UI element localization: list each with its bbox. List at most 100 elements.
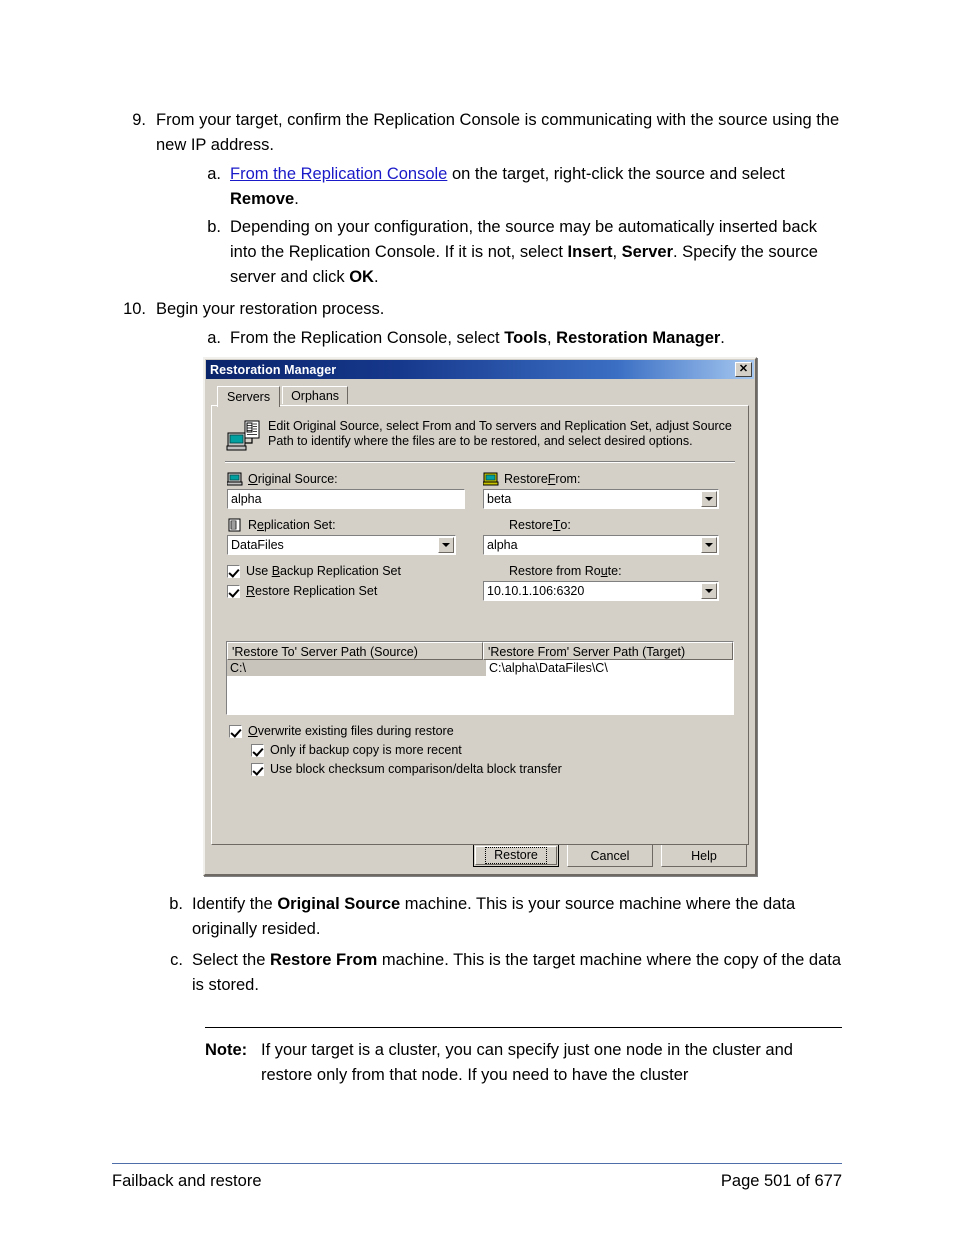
substep-10b-number: b. — [169, 895, 183, 913]
chevron-down-icon[interactable] — [701, 537, 717, 553]
fields-left-column: Original Source: alpha R e plication Set… — [226, 471, 467, 598]
note-text: If your target is a cluster, you can spe… — [261, 1041, 793, 1084]
original-source-input[interactable]: alpha — [226, 488, 466, 510]
computer-icon — [226, 472, 243, 487]
restore-options: Overwrite existing files during restore … — [229, 724, 739, 776]
only-if-more-recent-checkbox[interactable]: Only if backup copy is more recent — [251, 743, 739, 757]
step-9-substeps: a. From the Replication Console on the t… — [204, 162, 848, 290]
substep-10a-text-2: , — [547, 329, 557, 347]
only-if-more-recent-label: Only if backup copy is more recent — [270, 743, 462, 757]
row-source-path: C:\ — [227, 660, 486, 676]
help-button-label: Help — [691, 848, 717, 863]
use-backup-label-pre: Use — [246, 564, 272, 578]
description-separator — [225, 461, 735, 463]
fields-right-column: Restore From: beta Restore To: alpha Res… — [482, 471, 721, 601]
column-header-restore-from[interactable]: 'Restore From' Server Path (Target) — [483, 642, 733, 660]
substep-9b-body: Depending on your configuration, the sou… — [230, 215, 848, 290]
original-source-value: alpha — [231, 492, 262, 506]
restore-to-combo[interactable]: alpha — [483, 535, 719, 555]
use-backup-label-post: ackup Replication Set — [280, 564, 401, 578]
substep-9a-body: From the Replication Console on the targ… — [230, 162, 848, 212]
substep-10b-text-1: Identify the — [192, 895, 278, 913]
column-header-restore-to[interactable]: 'Restore To' Server Path (Source) — [227, 642, 483, 660]
cancel-button[interactable]: Cancel — [567, 844, 653, 867]
substep-10a-body: From the Replication Console, select Too… — [230, 326, 848, 351]
chevron-down-icon[interactable] — [701, 583, 717, 599]
replication-set-label-post: plication Set: — [263, 518, 336, 532]
footer-page-number: Page 501 of 677 — [720, 1172, 842, 1190]
substep-10c-body: Select the Restore From machine. This is… — [192, 948, 848, 998]
chevron-down-icon[interactable] — [701, 491, 717, 507]
replication-set-value: DataFiles — [231, 538, 284, 552]
replication-set-combo[interactable]: DataFiles — [227, 535, 456, 555]
description-row: Edit Original Source, select From and To… — [221, 414, 739, 452]
dialog-titlebar[interactable]: Restoration Manager ✕ — [206, 360, 754, 379]
restore-to-value: alpha — [487, 538, 518, 552]
tab-orphans-label: Orphans — [291, 389, 340, 403]
cancel-button-label: Cancel — [590, 848, 630, 863]
restore-computer-document-icon — [226, 420, 262, 452]
restore-button[interactable]: Restore — [473, 844, 559, 867]
restore-button-label: Restore — [485, 847, 547, 864]
footer-divider — [112, 1163, 842, 1164]
use-backup-label-accel: B — [271, 564, 281, 578]
original-source-label: Original Source: — [226, 471, 467, 487]
tab-servers[interactable]: Servers — [217, 386, 281, 407]
step-10-body: Begin your restoration process. a. From … — [156, 297, 848, 354]
restore-replication-set-checkbox[interactable]: Restore Replication Set — [227, 584, 467, 598]
restoration-manager-dialog: Restoration Manager ✕ Servers Orphans Ed… — [203, 357, 757, 876]
substep-9b-number: b. — [207, 218, 221, 236]
server-path-listview[interactable]: 'Restore To' Server Path (Source) 'Resto… — [226, 641, 734, 715]
restore-repl-label-post: estore Replication Set — [255, 584, 378, 598]
substep-9b-text-2: , — [612, 243, 622, 261]
replication-set-icon — [227, 518, 243, 533]
substep-10a-number: a. — [207, 329, 221, 347]
restore-from-combo[interactable]: beta — [483, 489, 719, 509]
step-9-body: From your target, confirm the Replicatio… — [156, 108, 848, 293]
substep-10a-bold-tools: Tools — [504, 329, 547, 347]
substep-9a-text-1: on the target, right-click the source an… — [447, 165, 785, 183]
restore-from-label-post: rom: — [555, 472, 581, 486]
restore-to-label-pre: Restore — [509, 518, 553, 532]
table-row[interactable]: C:\ C:\alpha\DataFiles\C\ — [227, 660, 733, 676]
page-footer: Failback and restore Page 501 of 677 — [112, 1172, 842, 1191]
substep-9a-number: a. — [207, 165, 221, 183]
substep-9b-text-4: . — [373, 268, 379, 286]
substep-9b: b. Depending on your configuration, the … — [204, 215, 848, 290]
restore-from-label-accel: F — [547, 472, 556, 486]
close-icon[interactable]: ✕ — [735, 362, 752, 377]
step-10-substeps: a. From the Replication Console, select … — [204, 326, 848, 351]
checkbox-icon — [229, 724, 242, 738]
computer-icon — [482, 472, 499, 487]
use-block-checksum-checkbox[interactable]: Use block checksum comparison/delta bloc… — [251, 762, 739, 776]
overwrite-existing-checkbox[interactable]: Overwrite existing files during restore — [229, 724, 739, 738]
use-block-checksum-label: Use block checksum comparison/delta bloc… — [270, 762, 562, 776]
restore-repl-label-accel: R — [246, 584, 256, 598]
replication-console-link[interactable]: From the Replication Console — [230, 165, 447, 183]
substep-9b-bold-ok: OK — [349, 268, 374, 286]
tab-panel-servers: Edit Original Source, select From and To… — [211, 405, 749, 845]
restore-route-label-accel: u — [600, 564, 608, 578]
substep-10c: c. Select the Restore From machine. This… — [166, 948, 848, 998]
fields-area: Original Source: alpha R e plication Set… — [221, 471, 739, 631]
use-backup-replication-set-checkbox[interactable]: Use Backup Replication Set — [227, 564, 467, 578]
dialog-button-row: Restore Cancel Help — [473, 844, 747, 867]
tabstrip: Servers Orphans — [217, 386, 749, 407]
substep-10b-body: Identify the Original Source machine. Th… — [192, 892, 848, 942]
description-text: Edit Original Source, select From and To… — [268, 419, 732, 448]
chevron-down-icon[interactable] — [438, 537, 454, 553]
note-block: Note: If your target is a cluster, you c… — [205, 1038, 845, 1088]
tab-orphans[interactable]: Orphans — [282, 386, 349, 404]
overwrite-label-accel: O — [248, 724, 258, 738]
original-source-label-post: riginal Source: — [257, 472, 338, 486]
help-button[interactable]: Help — [661, 844, 747, 867]
original-source-label-accel: O — [248, 472, 258, 486]
restore-to-label: Restore To: — [509, 517, 721, 533]
checkbox-icon — [227, 564, 240, 578]
row-target-path: C:\alpha\DataFiles\C\ — [489, 661, 608, 675]
restore-from-route-combo[interactable]: 10.10.1.106:6320 — [483, 581, 719, 601]
overwrite-label-post: verwrite existing files during restore — [257, 724, 454, 738]
checkbox-icon — [251, 743, 264, 757]
substep-10a-text-3: . — [720, 329, 725, 347]
restore-route-label-pre: Restore from Ro — [509, 564, 601, 578]
